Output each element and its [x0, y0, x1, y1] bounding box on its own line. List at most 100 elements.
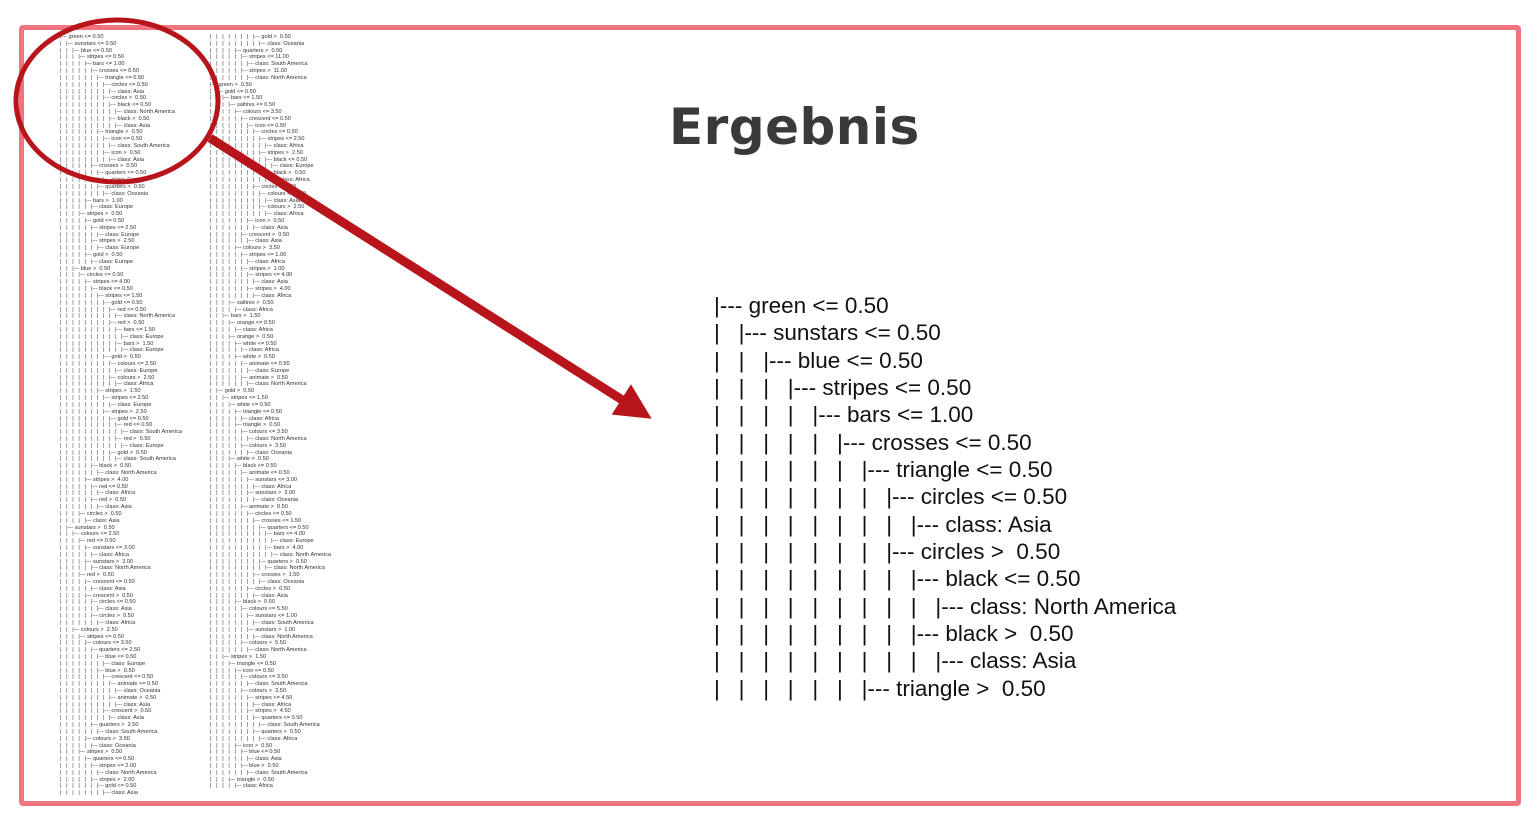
tree-line: | | | | |--- crescent > 0.50: [60, 592, 134, 599]
zoom-tree-line: | | | | | | | | |--- black > 0.50: [714, 621, 1074, 647]
tree-line: | | | | | | | | | |--- class: North Amer…: [60, 108, 175, 115]
tree-line: | | | | | | |--- class: Asia: [210, 238, 282, 245]
tree-line: | | | | | | | |--- icon <= 0.50: [60, 136, 143, 143]
tree-line: | | | |--- stripes > 0.50: [60, 211, 123, 218]
tree-line: | | | | | | |--- class: Europe: [210, 367, 290, 374]
tree-line: | | | | | | | | |--- red <= 0.50: [60, 306, 147, 313]
tree-line: | | | | | | |--- class: Africa: [60, 490, 136, 497]
tree-line: | | |--- colours <= 2.50: [60, 531, 120, 538]
tree-line: | | | | | |--- colours <= 5.50: [210, 606, 288, 613]
tree-line: | | | |--- stripes <= 0.50: [60, 54, 124, 61]
tree-line: | |--- sunstars <= 0.50: [60, 40, 117, 47]
zoom-tree-line: | | | | | | | |--- circles <= 0.50: [714, 484, 1068, 510]
tree-line: | | | | | |--- stripes > 2.00: [60, 776, 135, 783]
zoom-tree-line: | | | | | | | |--- circles > 0.50: [714, 539, 1061, 565]
tree-line: | | | | | | | |--- circles > 0.50: [60, 95, 147, 102]
tree-line: | | | | | | | | | |--- class: Africa: [210, 143, 304, 149]
tree-line: | | |--- bars <= 1.50: [210, 95, 263, 102]
tree-line: | | | | | |--- class: Oceania: [60, 742, 136, 749]
tree-line: | | | | | | | |--- class: Africa: [210, 292, 292, 299]
zoomed-tree-excerpt: |--- green <= 0.50 | |--- sunstars <= 0.5…: [714, 292, 1176, 702]
tree-line: | | | | |--- gold > 0.50: [60, 252, 123, 258]
tree-line: | | | | | | | |--- quarters > 0.50: [210, 728, 301, 735]
tree-line: | | | | |--- colours > 3.50: [60, 735, 130, 742]
tree-line: | | | | | | | |--- class: Asia: [210, 592, 288, 599]
tree-line: |--- green > 0.50: [210, 81, 252, 88]
tree-line: | | | | | | | | | |--- class: Oceania: [60, 688, 161, 694]
tree-line: | | | | | | | |--- class: Europe: [60, 660, 146, 667]
tree-line: | | | | | |--- quarters <= 2.50: [60, 647, 141, 654]
tree-line: | | | | | | | |--- class: Asia: [210, 224, 288, 231]
tree-line: | | | | | | | | |--- gold <= 0.50: [60, 415, 149, 422]
tree-line: | | | | | | | |--- class: North America: [210, 633, 313, 640]
tree-line: | | |--- blue <= 0.50: [60, 47, 112, 54]
tree-line: | | | | | |--- class: Europe: [60, 204, 134, 211]
tree-line: | | | | | | | | |--- class: Africa: [210, 735, 298, 742]
tree-line: | | | |--- saltires <= 0.50: [210, 102, 276, 109]
tree-line: | | | | |--- triangle <= 0.50: [210, 408, 282, 415]
tree-line: | | |--- bars > 1.50: [210, 313, 261, 320]
tree-line: | |--- sunstars > 0.50: [60, 524, 115, 531]
tree-line: | | | | | |--- class: Africa: [210, 347, 280, 354]
tree-line: | |--- gold > 0.50: [210, 388, 255, 395]
tree-line: | | | | | |--- stripes > 1.00: [210, 265, 285, 272]
tree-line: | | | | |--- stripes > 4.00: [60, 476, 129, 483]
tree-line: | | | |--- white > 0.50: [210, 456, 269, 463]
tree-line: | | | | | | |--- stripes <= 4.50: [210, 694, 293, 701]
tree-line: | | | | | | | | |--- stripes > 2.50: [210, 149, 303, 156]
tree-line: | | | | | | |--- stripes > 1.50: [60, 388, 141, 395]
tree-line: | | | | | |--- circles <= 0.50: [60, 599, 136, 606]
tree-line: | | | | |--- bars <= 1.00: [60, 61, 125, 68]
tree-line: | | | | | | | | |--- quarters > 0.50: [210, 558, 307, 565]
tree-line: | | | | | | | | |--- black <= 0.50: [60, 102, 152, 109]
tree-line: | | | | | | | | |--- class: South Americ…: [60, 143, 170, 149]
tree-line: | | | | | | | | |--- gold > 0.50: [60, 449, 147, 456]
tree-line: | | | | | | | | | |--- class: Africa: [60, 381, 154, 388]
tree-line: | | | | | |--- class: North America: [60, 565, 151, 572]
tree-line: | | | | | | | | |--- colours > 2.50: [60, 374, 155, 381]
full-tree-column-left: |--- green <= 0.50 | |--- sunstars <= 0.5…: [60, 34, 182, 797]
tree-line: | | | | | | |--- quarters > 0.50: [60, 183, 145, 190]
tree-line: | | | | | | | | | |--- bars > 1.50: [60, 340, 154, 347]
tree-line: | | | | | | |--- class: Africa: [210, 258, 286, 265]
tree-line: | | | | |--- class: Africa: [210, 783, 273, 790]
tree-line: | | | | |--- white > 0.50: [210, 354, 275, 361]
tree-line: | | | | |--- stripes <= 4.00: [60, 279, 131, 286]
tree-line: | | | | | | |--- circles > 0.50: [210, 585, 290, 592]
zoom-tree-line: | | | | | |--- crosses <= 0.50: [714, 429, 1032, 455]
tree-line: | | | | | | |--- class: Europe: [60, 245, 140, 252]
tree-line: | | | | | | | | | |--- class: Europe: [60, 367, 158, 374]
tree-line: | | | | |--- class: Asia: [60, 517, 120, 524]
tree-line: | | | | | |--- class: Europe: [60, 258, 134, 265]
tree-line: | | | | | |--- colours > 5.50: [210, 640, 287, 647]
tree-line: | | | | | | | |--- class: Oceania: [60, 190, 149, 197]
tree-line: | | | | | | |--- blue > 0.50: [60, 667, 135, 674]
tree-line: | | | | | | |--- class: North America: [60, 769, 157, 776]
tree-line: | | | | | | | |--- icon > 0.50: [60, 149, 141, 156]
tree-line: | | | | |--- triangle > 0.50: [210, 422, 281, 429]
tree-line: | | | | | |--- crosses > 0.50: [60, 163, 138, 170]
tree-line: | | | | | | |--- sunstars <= 3.00: [210, 476, 297, 483]
tree-line: | | | | | | | | | |--- class: Asia: [210, 197, 301, 204]
tree-line: | | | | | | | |--- class: Asia: [210, 279, 288, 286]
tree-line: | | | | |--- quarters > 0.50: [210, 47, 283, 54]
tree-line: | | | | | | | | |--- class: South Americ…: [210, 722, 320, 729]
tree-line: | | | |--- orange <= 0.50: [210, 320, 275, 327]
tree-line: | | | | | | |--- class: South America: [210, 61, 308, 68]
tree-line: | | | | | | | | |--- class: Asia: [60, 156, 144, 163]
tree-line: | | | | | | | | | |--- black <= 0.50: [210, 156, 308, 163]
tree-line: | | | | | | | | | |--- class: Asia: [60, 122, 151, 129]
tree-line: | | | | | | |--- sunstars > 1.00: [210, 626, 296, 633]
tree-line: | | | | | | |--- icon <= 0.50: [210, 122, 287, 129]
tree-line: | | | | | | |--- class: North America: [210, 381, 307, 388]
zoom-tree-line: | | | | | | |--- triangle <= 0.50: [714, 457, 1053, 483]
tree-line: | | | | | | | | | |--- class: South Amer…: [60, 456, 176, 463]
tree-line: | | | | | | | |--- class: Oceania: [210, 497, 299, 504]
tree-line: | | | | | | |--- class: Asia: [60, 504, 132, 511]
tree-line: | | | | | |--- colours > 3.50: [210, 688, 287, 694]
tree-line: | | | | | |--- blue <= 0.50: [210, 749, 281, 756]
tree-line: | | | | |--- black > 0.50: [210, 599, 275, 606]
tree-line: | | | | | | | | |--- class: Asia: [60, 715, 144, 722]
tree-line: | | | | | |--- crosses <= 0.50: [60, 68, 139, 75]
tree-line: | | | | | | |--- triangle <= 0.50: [60, 74, 145, 81]
